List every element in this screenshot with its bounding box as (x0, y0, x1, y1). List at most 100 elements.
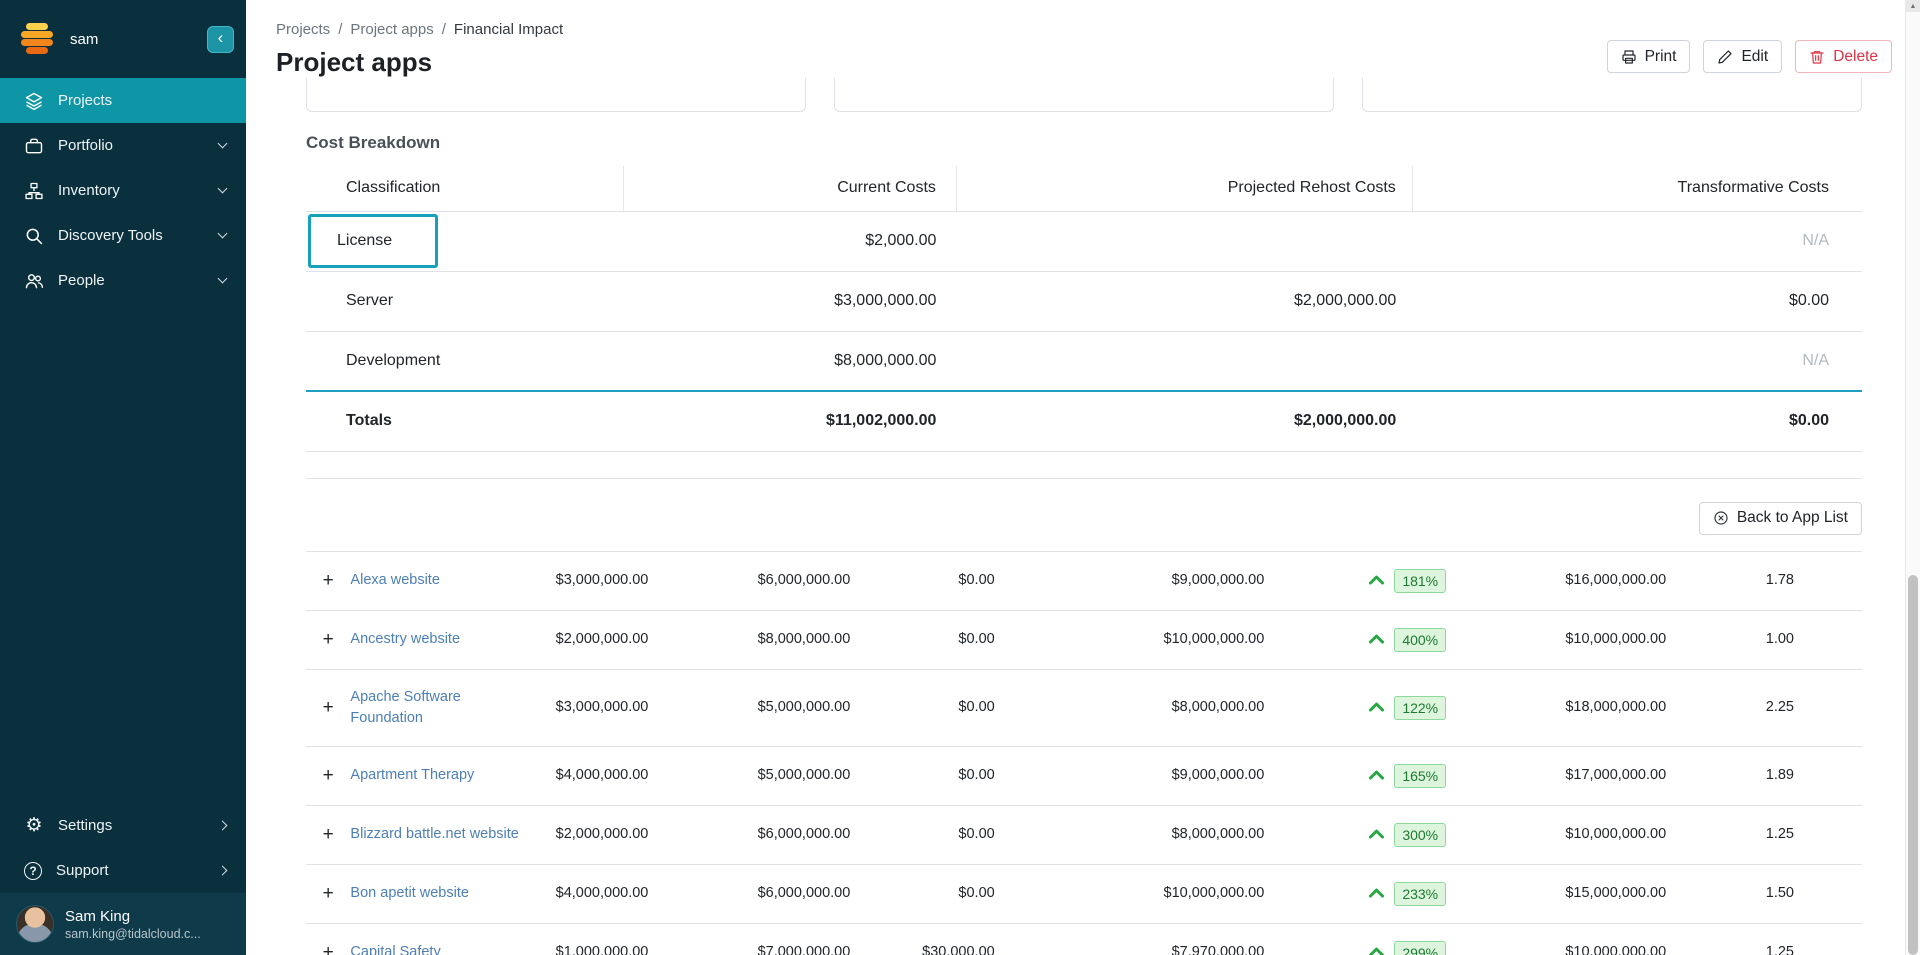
delete-button-label: Delete (1833, 48, 1878, 66)
cost-totals-row: Totals $11,002,000.00 $2,000,000.00 $0.0… (306, 391, 1862, 451)
expand-row-button[interactable]: + (306, 610, 350, 669)
breadcrumb-link-projects[interactable]: Projects (276, 21, 330, 38)
cell-value: $17,000,000.00 (1466, 746, 1676, 805)
cell-adjustment: $0.00 (860, 610, 1004, 669)
percent-badge: 122% (1394, 696, 1446, 720)
sidebar-item-label: Support (56, 862, 109, 879)
column-header-transformative-costs: Transformative Costs (1412, 166, 1862, 211)
sidebar-item-portfolio[interactable]: Portfolio (0, 123, 246, 168)
cell-ratio: 1.89 (1676, 746, 1862, 805)
cell-ratio: 1.00 (1676, 610, 1862, 669)
app-link[interactable]: Bon apetit website (350, 885, 469, 901)
summary-card-partial (306, 78, 806, 112)
column-header-classification: Classification (306, 166, 623, 211)
expand-row-button[interactable]: + (306, 669, 350, 746)
app-list-table: + Alexa website $3,000,000.00 $6,000,000… (306, 551, 1862, 955)
sidebar-header: sam ‹ (0, 0, 246, 78)
expand-row-button[interactable]: + (306, 551, 350, 610)
breadcrumb: Projects / Project apps / Financial Impa… (276, 0, 1892, 38)
back-to-app-list-button[interactable]: Back to App List (1699, 502, 1862, 535)
cost-row-server: Server $3,000,000.00 $2,000,000.00 $0.00 (306, 271, 1862, 331)
cell-total-costs: $7,970,000.00 (1005, 923, 1275, 955)
scrolled-content: Cost Breakdown Classification Current Co… (306, 78, 1862, 955)
chevron-right-icon (218, 866, 228, 876)
scrollbar-up-arrow[interactable]: ▲ (1906, 0, 1920, 12)
sidebar-item-label: Settings (58, 817, 112, 834)
percent-badge: 233% (1394, 882, 1446, 906)
breadcrumb-link-project-apps[interactable]: Project apps (350, 21, 433, 38)
cell-value: $10,000,000.00 (1466, 610, 1676, 669)
cell-current: $3,000,000.00 (623, 271, 956, 331)
printer-icon (1621, 49, 1637, 65)
breadcrumb-separator: / (338, 21, 342, 38)
chevron-down-icon (218, 274, 228, 284)
summary-cards-row (306, 78, 1862, 112)
percent-badge: 299% (1394, 941, 1446, 955)
cell-total-costs: $10,000,000.00 (1005, 864, 1275, 923)
cost-table-header-row: Classification Current Costs Projected R… (306, 166, 1862, 211)
sidebar-item-label: People (58, 272, 105, 289)
chevron-down-icon (218, 139, 228, 149)
sidebar-item-projects[interactable]: Projects (0, 78, 246, 123)
expand-row-button[interactable]: + (306, 805, 350, 864)
sidebar-item-support[interactable]: ? Support (0, 848, 246, 893)
delete-button[interactable]: Delete (1795, 40, 1892, 73)
app-link[interactable]: Capital Safety (350, 944, 440, 955)
cell-current-costs: $2,000,000.00 (520, 610, 658, 669)
cell-current-costs: $3,000,000.00 (520, 669, 658, 746)
cell-projected-costs: $6,000,000.00 (658, 864, 860, 923)
cell-projected-costs: $6,000,000.00 (658, 805, 860, 864)
print-button[interactable]: Print (1607, 40, 1691, 73)
trend-up-icon (1367, 698, 1386, 717)
cell-ratio: 1.25 (1676, 923, 1862, 955)
workspace-name: sam (70, 31, 98, 48)
user-profile[interactable]: Sam King sam.king@tidalcloud.c... (0, 893, 246, 955)
sidebar-item-people[interactable]: People (0, 258, 246, 303)
expand-row-button[interactable]: + (306, 746, 350, 805)
cell-value: $16,000,000.00 (1466, 551, 1676, 610)
cell-total-costs: $8,000,000.00 (1005, 805, 1275, 864)
expand-row-button[interactable]: + (306, 923, 350, 955)
app-link[interactable]: Apache Software Foundation (350, 689, 460, 726)
expand-row-button[interactable]: + (306, 864, 350, 923)
sidebar-item-inventory[interactable]: Inventory (0, 168, 246, 213)
cell-total-costs: $9,000,000.00 (1005, 746, 1275, 805)
profile-name: Sam King (65, 908, 201, 925)
hierarchy-icon (24, 181, 44, 201)
people-icon (24, 271, 44, 291)
scrollbar-thumb[interactable] (1908, 575, 1918, 955)
cell-current-costs: $1,000,000.00 (520, 923, 658, 955)
app-row: + Alexa website $3,000,000.00 $6,000,000… (306, 551, 1862, 610)
app-link[interactable]: Blizzard battle.net website (350, 826, 518, 842)
edit-button[interactable]: Edit (1703, 40, 1782, 73)
sidebar-item-settings[interactable]: ⚙ Settings (0, 803, 246, 848)
sidebar-collapse-button[interactable]: ‹ (207, 26, 234, 53)
summary-card-partial (834, 78, 1334, 112)
chevron-right-icon (218, 821, 228, 831)
summary-card-partial (1362, 78, 1862, 112)
cell-current: $2,000.00 (623, 211, 956, 271)
cell-adjustment: $0.00 (860, 805, 1004, 864)
vertical-scrollbar[interactable]: ▲ (1905, 0, 1920, 955)
cell-current-costs: $4,000,000.00 (520, 746, 658, 805)
sidebar-item-discovery-tools[interactable]: Discovery Tools (0, 213, 246, 258)
app-row: + Ancestry website $2,000,000.00 $8,000,… (306, 610, 1862, 669)
app-link[interactable]: Apartment Therapy (350, 767, 474, 783)
cell-projected-costs: $5,000,000.00 (658, 746, 860, 805)
cell-rehost (956, 331, 1412, 391)
sidebar-spacer (0, 303, 246, 803)
app-link[interactable]: Ancestry website (350, 631, 460, 647)
cell-current: $8,000,000.00 (623, 331, 956, 391)
percent-badge: 300% (1394, 823, 1446, 847)
cell-ratio: 2.25 (1676, 669, 1862, 746)
cost-row-license: License $2,000.00 N/A (306, 211, 1862, 271)
selected-classification-cell[interactable]: License (308, 214, 438, 268)
gear-icon: ⚙ (24, 816, 44, 835)
cell-adjustment: $0.00 (860, 864, 1004, 923)
chevron-down-icon (218, 229, 228, 239)
help-icon: ? (24, 862, 42, 880)
cell-current-costs: $4,000,000.00 (520, 864, 658, 923)
app-row: + Bon apetit website $4,000,000.00 $6,00… (306, 864, 1862, 923)
app-link[interactable]: Alexa website (350, 572, 439, 588)
back-row: Back to App List (306, 502, 1862, 535)
